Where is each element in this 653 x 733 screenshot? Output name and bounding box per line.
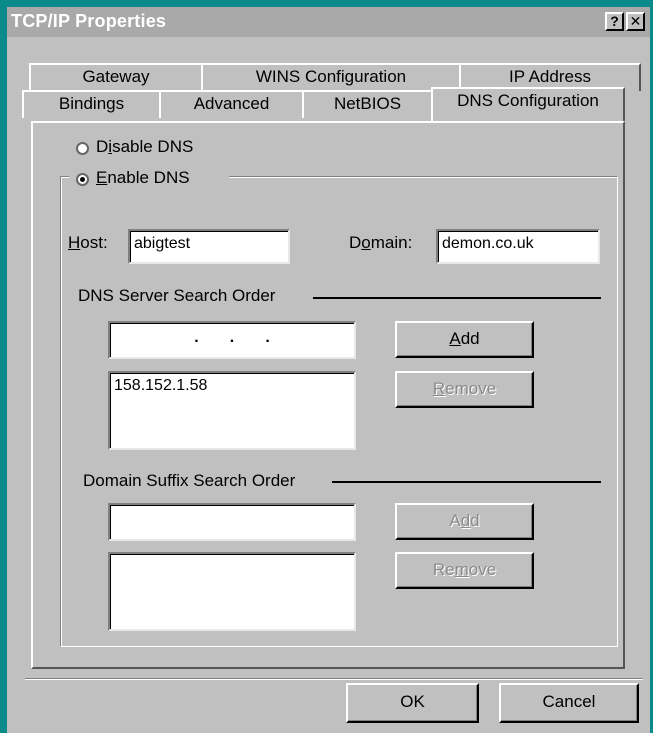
- tab-wins-configuration[interactable]: WINS Configuration: [201, 63, 461, 91]
- dns-server-separator: [313, 297, 601, 299]
- cancel-button[interactable]: Cancel: [499, 683, 639, 723]
- dns-server-list[interactable]: 158.152.1.58: [108, 371, 356, 450]
- tab-dns-configuration[interactable]: DNS Configuration: [431, 87, 625, 121]
- dns-server-remove-button[interactable]: Remove: [395, 371, 534, 408]
- dns-server-add-button[interactable]: Add: [395, 321, 534, 358]
- dns-server-search-order-label: DNS Server Search Order: [78, 286, 276, 305]
- disable-dns-radio[interactable]: [76, 142, 89, 155]
- domain-suffix-list[interactable]: [108, 552, 356, 631]
- host-input[interactable]: abigtest: [128, 229, 290, 264]
- tcpip-properties-window: TCP/IP Properties ? ✕ Gateway WINS Confi…: [0, 0, 653, 733]
- tab-netbios[interactable]: NetBIOS: [302, 90, 433, 118]
- disable-dns-label[interactable]: Disable DNS: [96, 137, 193, 157]
- help-button[interactable]: ?: [605, 12, 624, 31]
- domain-input[interactable]: demon.co.uk: [436, 229, 600, 264]
- dns-server-ip-input[interactable]: . . .: [108, 321, 356, 359]
- tab-gateway[interactable]: Gateway: [29, 63, 203, 91]
- window-title: TCP/IP Properties: [11, 11, 167, 31]
- radio-dot: [80, 177, 85, 182]
- dns-server-list-item[interactable]: 158.152.1.58: [114, 377, 354, 395]
- enable-dns-label[interactable]: Enable DNS: [96, 168, 190, 188]
- tab-advanced[interactable]: Advanced: [159, 90, 304, 118]
- ok-button[interactable]: OK: [346, 683, 479, 723]
- domain-suffix-search-order-label: Domain Suffix Search Order: [83, 471, 296, 490]
- enable-dns-radio[interactable]: [76, 173, 89, 186]
- close-button[interactable]: ✕: [626, 12, 645, 31]
- domain-label: Domain:: [349, 233, 413, 252]
- domain-suffix-add-button[interactable]: Add: [395, 503, 534, 540]
- tab-bindings[interactable]: Bindings: [22, 90, 161, 118]
- host-label: Host:: [68, 233, 108, 252]
- title-bar[interactable]: TCP/IP Properties ? ✕: [7, 7, 650, 37]
- domain-suffix-remove-button[interactable]: Remove: [395, 552, 534, 589]
- domain-suffix-separator: [332, 481, 601, 483]
- dns-configuration-panel: Disable DNS Enable DNS Host: abigtest Do…: [31, 121, 625, 669]
- domain-suffix-input[interactable]: [108, 503, 356, 541]
- footer-separator: [25, 678, 643, 680]
